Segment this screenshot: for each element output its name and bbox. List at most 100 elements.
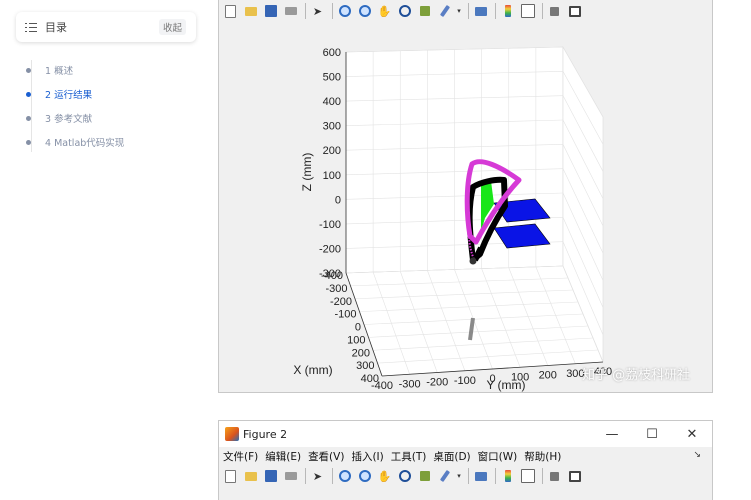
tick-label: 300 (356, 360, 374, 372)
z-tick-labels: 6005004003002001000-100-200-300 (319, 47, 341, 280)
pointer-icon[interactable]: ➤ (309, 468, 326, 485)
maximize-button[interactable]: ☐ (632, 427, 672, 442)
menu-file[interactable]: 文件(F) (223, 449, 258, 464)
toolbar-separator (332, 3, 333, 19)
menu-edit[interactable]: 编辑(E) (265, 449, 301, 464)
open-icon[interactable] (242, 468, 259, 485)
tick-label: -100 (319, 219, 341, 231)
menu-tools[interactable]: 工具(T) (391, 449, 427, 464)
menu-view[interactable]: 查看(V) (308, 449, 344, 464)
window-title: Figure 2 (243, 427, 288, 441)
list-icon (25, 22, 37, 33)
toolbar-separator (468, 468, 469, 484)
toolbar-separator (332, 468, 333, 484)
save-icon[interactable] (262, 468, 279, 485)
zoom-in-icon[interactable] (336, 468, 353, 485)
colorbar-icon[interactable] (499, 468, 516, 485)
figure2-window: Figure 2 — ☐ ✕ 文件(F) 编辑(E) 查看(V) 插入(I) 工… (218, 420, 713, 500)
zoom-in-icon[interactable] (336, 3, 353, 20)
print-icon[interactable] (282, 3, 299, 20)
tick-label: 200 (352, 347, 370, 359)
data-cursor-icon[interactable] (416, 3, 433, 20)
pan-icon[interactable]: ✋ (376, 468, 393, 485)
dropdown-icon[interactable]: ▾ (456, 3, 462, 20)
toc-item-label: 2 运行结果 (45, 90, 93, 101)
menu-window[interactable]: 窗口(W) (478, 449, 518, 464)
rotate-icon[interactable] (396, 468, 413, 485)
hide-plot-tools-icon[interactable] (546, 468, 563, 485)
figure1-window: ➤ ✋ ▾ 600 500 400 300 200 100 0 -100 -20… (218, 0, 713, 393)
toc-item[interactable]: 3 参考文献 (26, 106, 124, 130)
show-plot-tools-icon[interactable] (566, 3, 583, 20)
tick-label: -400 (321, 270, 343, 282)
tick-label: -300 (399, 378, 421, 390)
tick-label: 600 (323, 47, 341, 59)
brush-icon[interactable] (436, 468, 453, 485)
tick-label: 500 (323, 72, 341, 84)
colorbar-icon[interactable] (499, 3, 516, 20)
link-icon[interactable] (472, 468, 489, 485)
tick-label: -100 (454, 375, 476, 387)
figure1-toolbar: ➤ ✋ ▾ (219, 0, 712, 22)
tick-label: -200 (319, 243, 341, 255)
figure2-titlebar[interactable]: Figure 2 — ☐ ✕ (219, 421, 712, 447)
toc-item-label: 4 Matlab代码实现 (45, 138, 125, 149)
toolbar-separator (305, 468, 306, 484)
close-button[interactable]: ✕ (672, 427, 712, 442)
tick-label: -100 (334, 309, 356, 321)
brush-icon[interactable] (436, 3, 453, 20)
hide-plot-tools-icon[interactable] (546, 3, 563, 20)
toc-item-label: 3 参考文献 (45, 114, 93, 125)
toolbar-separator (542, 3, 543, 19)
tick-label: 0 (355, 322, 361, 334)
tick-label: -200 (426, 377, 448, 389)
figure2-menubar: 文件(F) 编辑(E) 查看(V) 插入(I) 工具(T) 桌面(D) 窗口(W… (219, 447, 712, 465)
y-axis-label: Y (mm) (486, 378, 525, 392)
toolbar-separator (542, 468, 543, 484)
axes-3d: 6005004003002001000-100-200-300 -400-300… (293, 45, 612, 392)
minimize-button[interactable]: — (592, 427, 632, 442)
tick-label: 0 (335, 194, 341, 206)
toc-collapse-button[interactable]: 收起 (158, 19, 186, 35)
print-icon[interactable] (282, 468, 299, 485)
pointer-icon[interactable]: ➤ (309, 3, 326, 20)
open-icon[interactable] (242, 3, 259, 20)
toolbar-separator (495, 468, 496, 484)
show-plot-tools-icon[interactable] (566, 468, 583, 485)
pan-icon[interactable]: ✋ (376, 3, 393, 20)
toc-item[interactable]: 4 Matlab代码实现 (26, 130, 124, 154)
legend-icon[interactable] (519, 468, 536, 485)
figure1-plot-area[interactable]: 600 500 400 300 200 100 0 -100 -200 -300 -400 -300… (219, 22, 712, 392)
toc-dot (26, 115, 31, 121)
x-axis-label: X (mm) (293, 363, 332, 377)
zoom-out-icon[interactable] (356, 3, 373, 20)
link-icon[interactable] (472, 3, 489, 20)
matlab-icon (225, 427, 239, 441)
toc-list: 1 概述 2 运行结果 3 参考文献 4 Matlab代码实现 (26, 58, 124, 154)
tick-label: 300 (323, 121, 341, 133)
toc-item-active[interactable]: 2 运行结果 (26, 82, 124, 106)
data-cursor-icon[interactable] (416, 468, 433, 485)
zoom-out-icon[interactable] (356, 468, 373, 485)
dock-arrow-icon[interactable]: ↘ (693, 450, 701, 460)
toc-item[interactable]: 1 概述 (26, 58, 124, 82)
toc-header: 目录 收起 (16, 12, 196, 42)
menu-insert[interactable]: 插入(I) (351, 449, 383, 464)
figure2-toolbar: ➤ ✋ ▾ (219, 465, 712, 487)
menu-help[interactable]: 帮助(H) (524, 449, 561, 464)
toc-item-label: 1 概述 (45, 66, 74, 77)
rotate-icon[interactable] (396, 3, 413, 20)
dropdown-icon[interactable]: ▾ (456, 468, 462, 485)
new-icon[interactable] (222, 3, 239, 20)
tick-label: -200 (330, 296, 352, 308)
new-icon[interactable] (222, 468, 239, 485)
save-icon[interactable] (262, 3, 279, 20)
base-joint (469, 257, 477, 265)
toolbar-separator (305, 3, 306, 19)
legend-icon[interactable] (519, 3, 536, 20)
tick-label: 200 (323, 145, 341, 157)
toolbar-separator (468, 3, 469, 19)
tick-label: 200 (539, 370, 557, 382)
watermark: 知乎 @荔枝科研社 (582, 368, 691, 383)
menu-desktop[interactable]: 桌面(D) (433, 449, 470, 464)
